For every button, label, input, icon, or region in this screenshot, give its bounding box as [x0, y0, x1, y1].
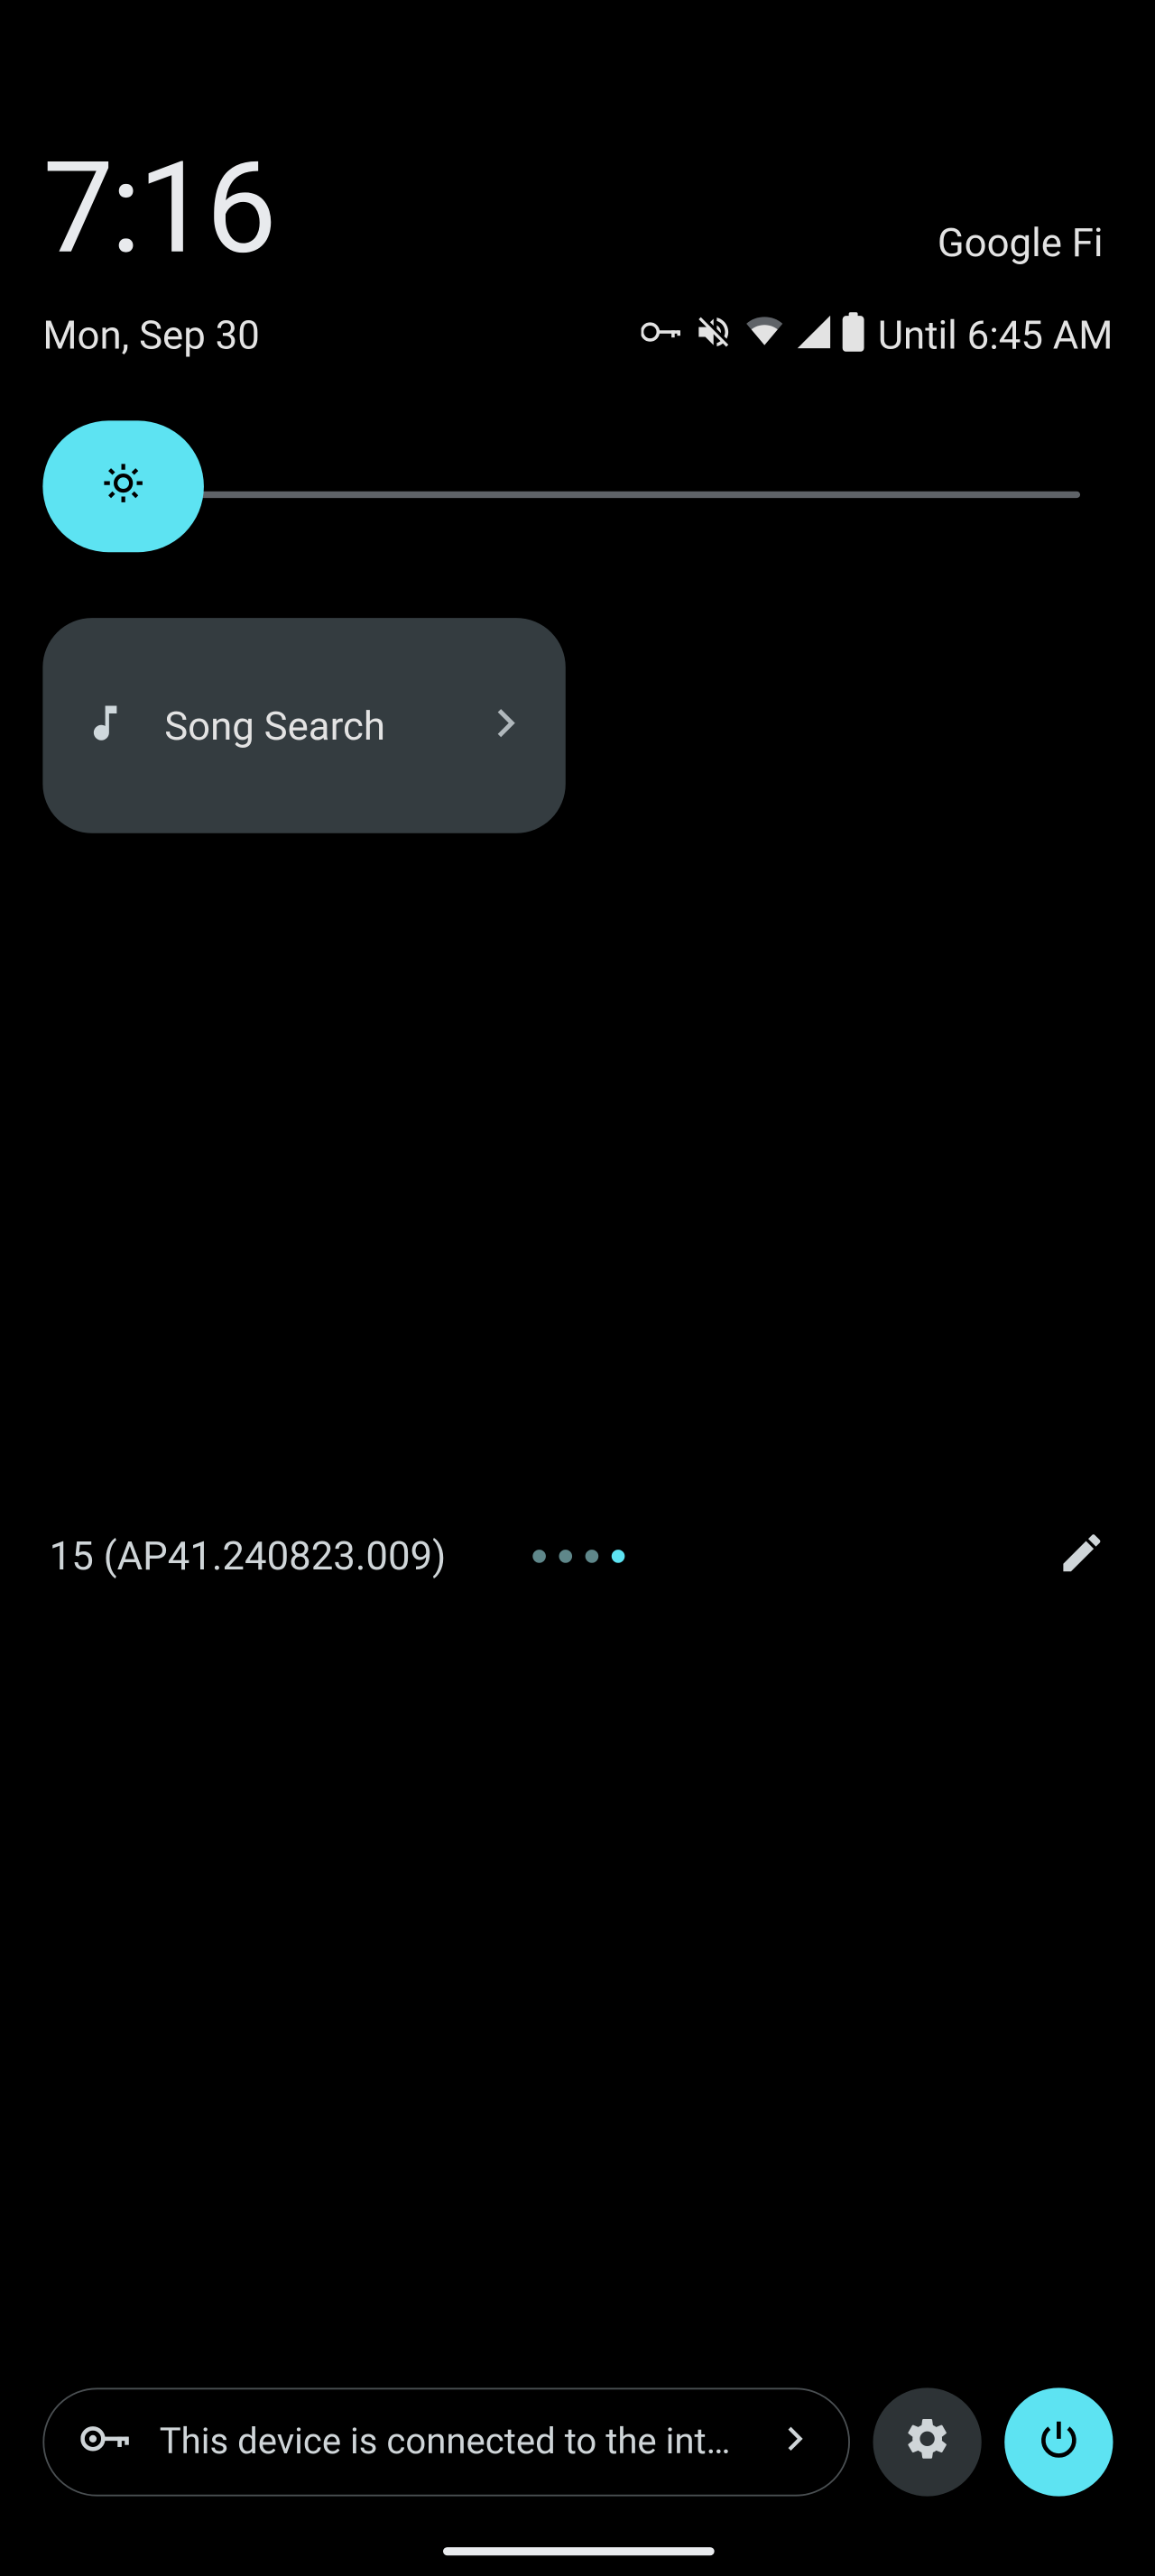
brightness-track	[108, 492, 1080, 498]
power-icon	[1036, 2415, 1082, 2468]
brightness-thumb[interactable]	[42, 420, 204, 552]
date-label: Mon, Sep 30	[42, 312, 259, 358]
battery-icon	[842, 312, 865, 358]
mute-icon	[694, 312, 734, 358]
build-version-text: 15 (AP41.240823.009)	[50, 1533, 447, 1579]
vpn-status-pill[interactable]: This device is connected to the int…	[42, 2387, 850, 2496]
edit-button[interactable]	[1058, 1528, 1107, 1584]
power-button[interactable]	[1004, 2387, 1113, 2496]
chevron-right-icon	[484, 701, 526, 750]
signal-icon	[796, 316, 832, 355]
vpn-status-text: This device is connected to the int…	[160, 2422, 746, 2463]
vpn-key-icon	[80, 2421, 130, 2463]
page-dot	[585, 1550, 598, 1563]
battery-until-text: Until 6:45 AM	[878, 312, 1113, 358]
brightness-icon	[100, 460, 146, 512]
brightness-slider[interactable]	[42, 420, 1113, 568]
wifi-icon	[743, 316, 785, 355]
page-dot	[559, 1550, 572, 1563]
tile-label: Song Search	[164, 703, 483, 749]
page-dot	[531, 1550, 545, 1563]
nav-handle[interactable]	[442, 2547, 714, 2555]
gear-icon	[902, 2415, 952, 2470]
pencil-icon	[1058, 1553, 1107, 1585]
music-note-icon	[82, 699, 128, 751]
page-indicator[interactable]	[531, 1550, 624, 1563]
page-dot	[611, 1550, 624, 1563]
settings-button[interactable]	[873, 2387, 981, 2496]
status-icons: Until 6:45 AM	[641, 312, 1113, 358]
clock-time: 7:16	[42, 134, 273, 282]
chevron-right-icon	[776, 2421, 812, 2463]
vpn-key-icon	[641, 318, 683, 351]
song-search-tile[interactable]: Song Search	[42, 618, 565, 833]
carrier-label: Google Fi	[938, 220, 1104, 282]
